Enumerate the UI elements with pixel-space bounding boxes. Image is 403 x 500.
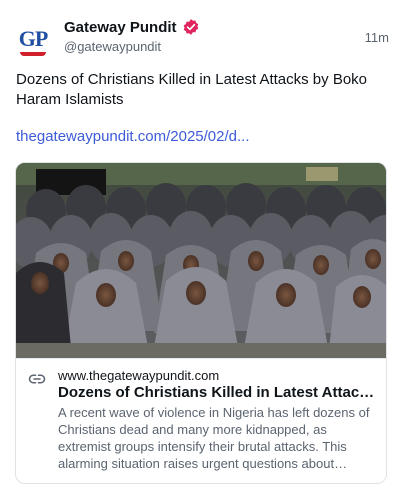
post[interactable]: GP Gateway Pundit @gatewaypundit 11m Doz… (0, 0, 403, 500)
link-icon (28, 370, 46, 388)
avatar[interactable]: GP (14, 20, 52, 58)
post-text: Dozens of Christians Killed in Latest At… (16, 71, 368, 108)
card-title[interactable]: Dozens of Christians Killed in Latest At… (58, 383, 376, 403)
card-domain: www.thegatewaypundit.com (58, 368, 220, 383)
author-name-row: Gateway Pundit (64, 18, 200, 36)
post-link[interactable]: thegatewaypundit.com/2025/02/d... (16, 128, 250, 145)
card-divider (16, 358, 386, 359)
card-image[interactable] (16, 163, 387, 358)
author-display-name[interactable]: Gateway Pundit (64, 19, 177, 36)
avatar-logo: GP (18, 26, 49, 51)
author-handle[interactable]: @gatewaypundit (64, 39, 161, 54)
avatar-swoosh (20, 52, 46, 56)
link-preview-card[interactable]: www.thegatewaypundit.com Dozens of Chris… (15, 162, 387, 484)
post-timestamp[interactable]: 11m (365, 30, 389, 45)
card-description: A recent wave of violence in Nigeria has… (58, 405, 370, 471)
verified-badge-icon (182, 18, 200, 36)
